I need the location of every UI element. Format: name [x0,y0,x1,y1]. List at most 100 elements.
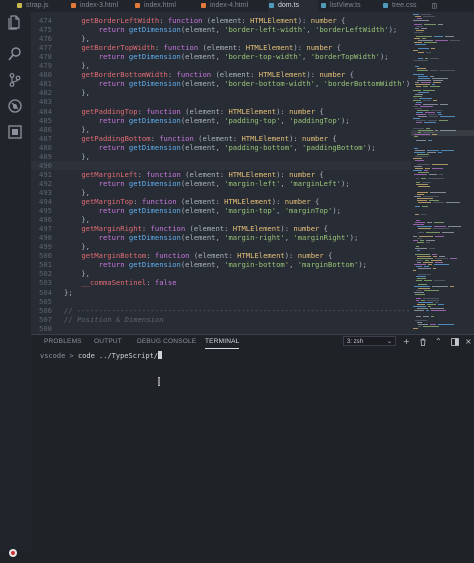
minimap-line [416,86,421,87]
minimap-line [438,304,444,305]
tab-label: strap.js [26,2,49,9]
minimap-line [431,110,442,111]
minimap-line [417,70,428,71]
minimap-line [418,58,423,59]
split-editor-icon[interactable]: ◫ [432,2,440,10]
maximize-panel-icon[interactable]: ⌃ [435,338,443,346]
minimap-line [424,42,437,43]
editor-tabs: strap.js index-3.html index.html index-4.ht… [0,0,474,12]
minimap-line [415,254,430,255]
minimap-line [415,206,420,207]
minimap-line [439,256,445,257]
code-editor[interactable]: 474 getBorderLeftWidth: function (elemen… [31,12,411,334]
files-icon[interactable] [7,14,23,30]
minimap-line [416,120,426,121]
minimap-line [413,240,418,241]
minimap-line [418,324,428,325]
search-icon[interactable] [7,46,23,62]
toggle-panel-icon[interactable] [451,338,459,346]
tab-strap-js[interactable]: strap.js [16,0,68,12]
minimap-line [434,226,446,227]
tab-debug-console[interactable]: DEBUG CONSOLE [137,338,196,345]
settings-badge-icon[interactable] [7,544,19,557]
minimap-line [448,226,461,227]
trash-icon[interactable] [419,338,427,346]
minimap-line [416,36,432,37]
extensions-icon[interactable] [7,124,23,140]
prompt-separator: > [69,352,74,360]
source-control-icon[interactable] [7,72,23,88]
minimap-line [416,316,421,317]
tab-tree-css[interactable]: tree.css [382,0,428,12]
minimap-line [425,112,435,113]
minimap-line [432,78,448,79]
minimap-line [430,192,446,193]
minimap-line [417,308,428,309]
minimap-line [442,232,454,233]
minimap-line [418,288,430,289]
minimap-line [428,264,432,265]
terminal-select[interactable]: 3: zsh ⌄ [343,336,396,346]
minimap-line [438,24,443,25]
minimap-line [426,310,429,311]
minimap-line [413,118,420,119]
minimap-line [431,48,435,49]
tab-index-html[interactable]: index.html [134,0,196,12]
minimap[interactable] [411,12,474,334]
minimap-line [440,104,448,105]
tab-label: index-4.html [210,2,249,9]
minimap-line [430,70,438,71]
minimap-line [432,164,448,165]
tab-label: index-3.html [80,2,119,9]
close-panel-icon[interactable]: × [465,338,473,346]
minimap-line [435,258,448,259]
minimap-line [416,220,420,221]
tab-label: dom.ts [278,2,300,9]
minimap-line [417,198,433,199]
terminal-output[interactable]: vscode > code ../TypeScript/ [40,351,163,360]
minimap-line [414,24,422,25]
minimap-line [418,202,431,203]
minimap-line [428,120,437,121]
minimap-line [425,58,428,59]
minimap-line [424,170,428,171]
add-terminal-icon[interactable]: + [403,338,411,346]
debug-icon[interactable] [7,98,23,114]
tab-listview-ts[interactable]: listView.ts [320,0,380,12]
minimap-line [428,178,444,179]
tab-terminal[interactable]: TERMINAL [205,338,240,349]
tab-label: listView.ts [330,2,361,9]
minimap-line [413,270,416,271]
tab-problems[interactable]: PROBLEMS [44,338,82,345]
minimap-line [423,16,435,17]
minimap-line [432,254,437,255]
minimap-line [415,320,427,321]
minimap-line [414,32,423,33]
minimap-line [424,290,439,291]
tab-index-3-html[interactable]: index-3.html [70,0,130,12]
minimap-line [438,324,454,325]
minimap-line [428,306,431,307]
minimap-line [423,86,428,87]
minimap-line [434,280,445,281]
tab-index-4-html[interactable]: index-4.html [200,0,266,12]
minimap-line [414,60,428,61]
minimap-line [423,316,429,317]
minimap-line [426,240,435,241]
tab-dom-ts[interactable]: dom.ts [268,0,318,12]
minimap-line [417,110,429,111]
tab-output[interactable]: OUTPUT [94,338,122,345]
tab-label: index.html [144,2,176,9]
minimap-line [418,78,430,79]
minimap-line [429,174,437,175]
minimap-line [435,40,448,41]
minimap-line [423,100,431,101]
minimap-line [417,200,427,201]
minimap-line [413,306,426,307]
minimap-line [419,98,432,99]
minimap-line [418,52,424,53]
minimap-line [417,256,431,257]
tab-label: tree.css [392,2,417,9]
minimap-line [413,20,429,21]
mouse-pointer-icon [158,377,160,386]
